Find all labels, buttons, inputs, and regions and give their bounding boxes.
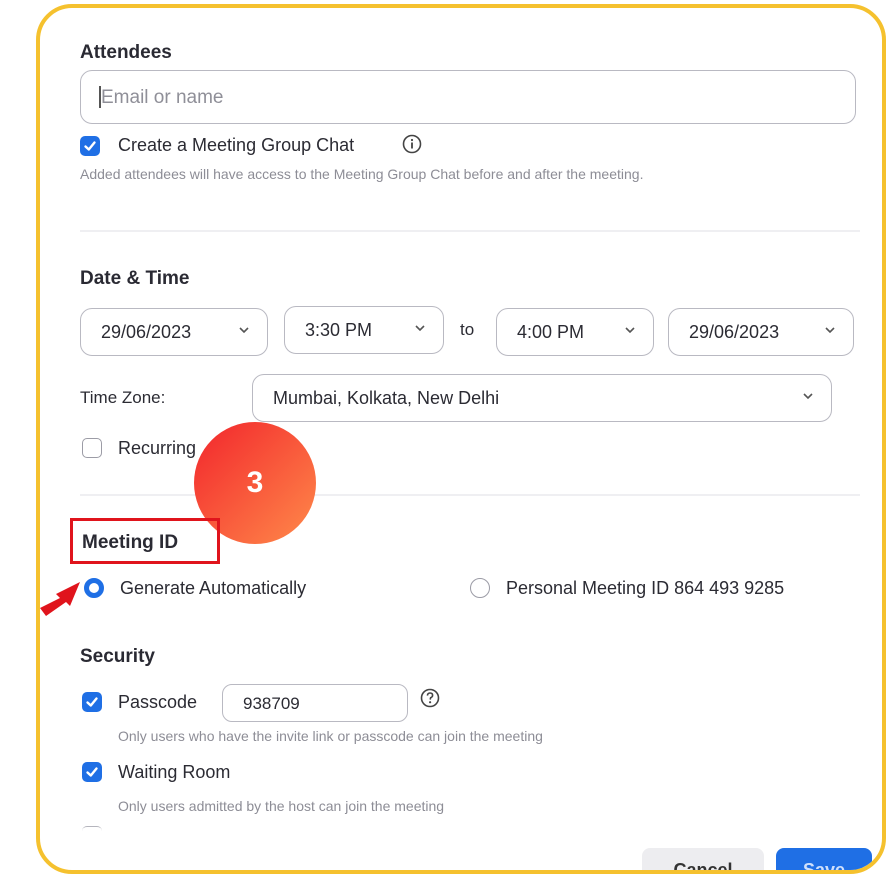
chevron-down-icon	[825, 327, 835, 334]
start-date-value: 29/06/2023	[101, 321, 192, 342]
check-icon	[86, 767, 98, 777]
meeting-id-title: Meeting ID	[82, 532, 179, 553]
dialog-frame: Attendees Email or name Create a Meeting…	[36, 4, 886, 874]
timezone-select[interactable]: Mumbai, Kolkata, New Delhi	[252, 374, 832, 422]
start-time-select[interactable]: 3:30 PM	[284, 306, 444, 354]
start-date-select[interactable]: 29/06/2023	[80, 308, 268, 356]
group-chat-checkbox[interactable]	[80, 136, 100, 156]
divider	[80, 230, 860, 232]
passcode-checkbox[interactable]	[82, 692, 102, 712]
chevron-down-icon	[803, 393, 813, 400]
chevron-down-icon	[239, 327, 249, 334]
attendees-input[interactable]: Email or name	[80, 70, 856, 124]
end-date-select[interactable]: 29/06/2023	[668, 308, 854, 356]
recurring-label: Recurring	[118, 438, 197, 458]
personal-id-radio[interactable]	[470, 578, 490, 598]
partial-checkbox	[82, 826, 102, 833]
attendees-placeholder: Email or name	[101, 87, 224, 108]
end-time-value: 4:00 PM	[517, 321, 585, 342]
end-time-select[interactable]: 4:00 PM	[496, 308, 654, 356]
passcode-input[interactable]: 938709	[222, 684, 408, 722]
timezone-value: Mumbai, Kolkata, New Delhi	[273, 387, 500, 408]
check-icon	[84, 141, 96, 151]
security-title: Security	[80, 646, 155, 667]
waiting-room-hint: Only users admitted by the host can join…	[118, 798, 445, 814]
save-button[interactable]: Save	[776, 848, 872, 870]
personal-id-label: Personal Meeting ID 864 493 9285	[506, 578, 785, 598]
cancel-button[interactable]: Cancel	[642, 848, 764, 870]
group-chat-label: Create a Meeting Group Chat	[118, 135, 355, 155]
pointer-arrow-icon	[40, 576, 90, 621]
check-icon	[86, 697, 98, 707]
info-icon[interactable]	[402, 134, 422, 159]
end-date-value: 29/06/2023	[689, 321, 780, 342]
help-icon[interactable]	[420, 688, 440, 713]
attendees-title: Attendees	[80, 42, 172, 63]
generate-auto-label: Generate Automatically	[120, 578, 307, 598]
chevron-down-icon	[415, 325, 425, 332]
group-chat-hint: Added attendees will have access to the …	[80, 166, 644, 182]
timezone-label: Time Zone:	[80, 388, 166, 407]
passcode-value: 938709	[243, 694, 300, 713]
recurring-checkbox[interactable]	[82, 438, 102, 458]
datetime-title: Date & Time	[80, 268, 190, 289]
waiting-room-checkbox[interactable]	[82, 762, 102, 782]
chevron-down-icon	[625, 327, 635, 334]
to-label: to	[460, 320, 475, 339]
waiting-room-label: Waiting Room	[118, 762, 231, 782]
passcode-label: Passcode	[118, 692, 198, 712]
generate-auto-radio[interactable]	[84, 578, 104, 598]
start-time-value: 3:30 PM	[305, 319, 373, 340]
passcode-hint: Only users who have the invite link or p…	[118, 728, 543, 744]
